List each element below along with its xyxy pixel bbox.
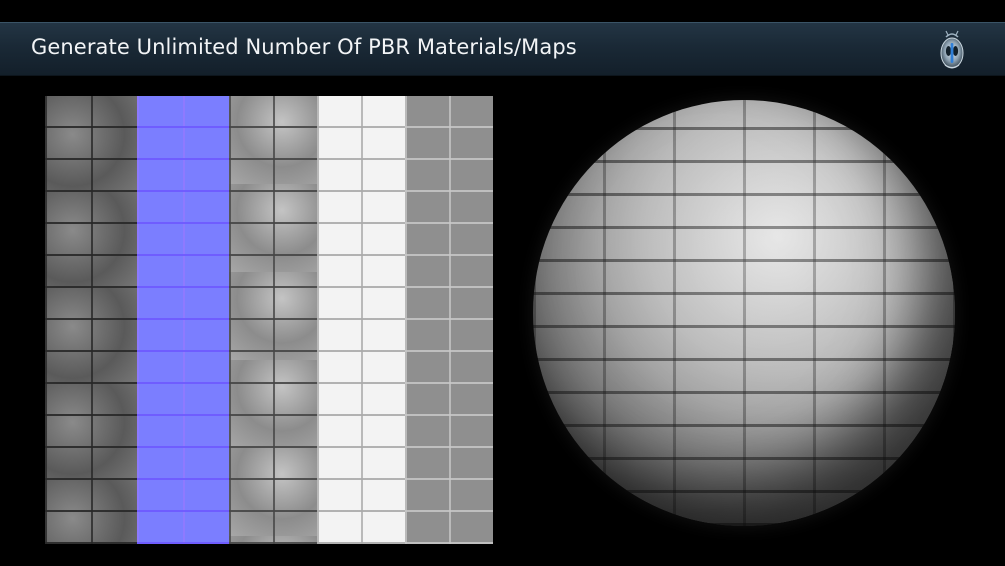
base-color-map-strip <box>45 96 137 544</box>
roughness-map-strip <box>405 96 493 544</box>
alien-pod-logo-icon <box>937 29 967 71</box>
pbr-map-strips <box>45 96 493 544</box>
height-map-strip <box>229 96 317 544</box>
banner-title: Generate Unlimited Number Of PBR Materia… <box>31 35 577 59</box>
sphere-lighting-overlay <box>533 100 955 526</box>
top-strip <box>0 0 1005 22</box>
ambient-occlusion-map-strip <box>317 96 405 544</box>
material-preview-sphere <box>533 100 955 526</box>
normal-map-strip <box>137 96 229 544</box>
title-banner: Generate Unlimited Number Of PBR Materia… <box>0 22 1005 76</box>
